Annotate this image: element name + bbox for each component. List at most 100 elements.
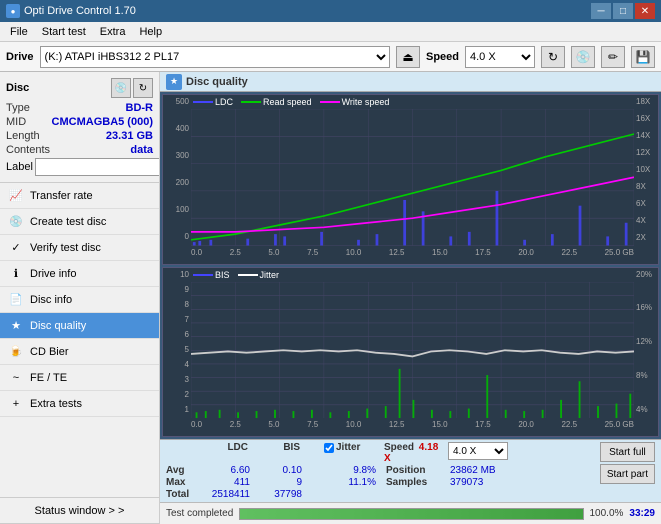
y-label: 6 bbox=[165, 330, 189, 339]
disc-length-row: Length 23.31 GB bbox=[6, 130, 153, 142]
disc-contents-value: data bbox=[130, 144, 153, 156]
x-label: 0.0 bbox=[191, 420, 202, 429]
y-label-r: 4X bbox=[636, 216, 656, 225]
sidebar-item-disc-quality[interactable]: ★ Disc quality bbox=[0, 313, 159, 339]
sidebar-item-label: Transfer rate bbox=[30, 190, 93, 202]
progress-time: 33:29 bbox=[629, 508, 655, 519]
x-label: 10.0 bbox=[346, 248, 362, 257]
y-label: 200 bbox=[165, 178, 189, 187]
menu-extra[interactable]: Extra bbox=[94, 24, 132, 40]
y-label-r: 12X bbox=[636, 148, 656, 157]
chart2-y-axis-right: 20% 16% 12% 8% 4% bbox=[634, 268, 658, 417]
start-full-button[interactable]: Start full bbox=[600, 442, 655, 462]
max-ldc: 411 bbox=[200, 477, 250, 488]
x-label: 20.0 bbox=[518, 420, 534, 429]
y-label: 10 bbox=[165, 270, 189, 279]
disc-header: Disc 💿 ↻ bbox=[6, 78, 153, 98]
sidebar-item-label: Drive info bbox=[30, 268, 76, 280]
y-label: 4 bbox=[165, 360, 189, 369]
progress-fill bbox=[240, 509, 582, 519]
eject-button[interactable]: ⏏ bbox=[396, 46, 420, 68]
write-speed-color bbox=[320, 101, 340, 103]
disc-quality-icon: ★ bbox=[8, 318, 24, 334]
disc-icon-btn[interactable]: 💿 bbox=[111, 78, 131, 98]
sidebar-item-cd-bier[interactable]: 🍺 CD Bier bbox=[0, 339, 159, 365]
disc-button[interactable]: 💿 bbox=[571, 46, 595, 68]
extra-tests-icon: + bbox=[8, 396, 24, 412]
chart1-y-axis: 500 400 300 200 100 0 bbox=[163, 95, 191, 244]
legend-ldc: LDC bbox=[193, 97, 233, 107]
disc-length-value: 23.31 GB bbox=[106, 130, 153, 142]
x-label: 25.0 GB bbox=[605, 248, 634, 257]
disc-refresh-btn[interactable]: ↻ bbox=[133, 78, 153, 98]
sidebar-item-label: Create test disc bbox=[30, 216, 106, 228]
bis-label: BIS bbox=[215, 270, 230, 280]
write-button[interactable]: ✏ bbox=[601, 46, 625, 68]
menu-start-test[interactable]: Start test bbox=[36, 24, 92, 40]
chart1-y-axis-right: 18X 16X 14X 12X 10X 8X 6X 4X 2X bbox=[634, 95, 658, 244]
sidebar-item-create-test-disc[interactable]: 💿 Create test disc bbox=[0, 209, 159, 235]
disc-mid-row: MID CMCMAGBA5 (000) bbox=[6, 116, 153, 128]
titlebar-controls: ─ □ ✕ bbox=[591, 3, 655, 19]
y-label-r: 20% bbox=[636, 270, 656, 279]
y-label-r: 16X bbox=[636, 114, 656, 123]
avg-ldc: 6.60 bbox=[200, 465, 250, 476]
disc-info-icon: 📄 bbox=[8, 292, 24, 308]
legend-bis: BIS bbox=[193, 270, 230, 280]
menu-file[interactable]: File bbox=[4, 24, 34, 40]
close-button[interactable]: ✕ bbox=[635, 3, 655, 19]
sidebar-item-transfer-rate[interactable]: 📈 Transfer rate bbox=[0, 183, 159, 209]
drive-info-icon: ℹ bbox=[8, 266, 24, 282]
start-buttons: Start full Start part bbox=[600, 442, 655, 484]
y-label: 300 bbox=[165, 151, 189, 160]
drive-select[interactable]: (K:) ATAPI iHBS312 2 PL17 bbox=[40, 46, 390, 68]
total-label: Total bbox=[166, 489, 198, 500]
chart1-legend: LDC Read speed Write speed bbox=[193, 97, 389, 107]
save-button[interactable]: 💾 bbox=[631, 46, 655, 68]
minimize-button[interactable]: ─ bbox=[591, 3, 611, 19]
drivebar: Drive (K:) ATAPI iHBS312 2 PL17 ⏏ Speed … bbox=[0, 42, 661, 72]
y-label-r: 16% bbox=[636, 303, 656, 312]
sidebar-item-verify-test-disc[interactable]: ✓ Verify test disc bbox=[0, 235, 159, 261]
jitter-checkbox[interactable] bbox=[324, 443, 334, 453]
sidebar-item-disc-info[interactable]: 📄 Disc info bbox=[0, 287, 159, 313]
disc-mid-value: CMCMAGBA5 (000) bbox=[52, 116, 153, 128]
disc-quality-title: Disc quality bbox=[186, 76, 248, 88]
chart1-x-axis: 0.0 2.5 5.0 7.5 10.0 12.5 15.0 17.5 20.0… bbox=[191, 246, 634, 264]
speed-select[interactable]: 4.0 X bbox=[465, 46, 535, 68]
disc-contents-row: Contents data bbox=[6, 144, 153, 156]
read-speed-color bbox=[241, 101, 261, 103]
chart1: LDC Read speed Write speed 500 400 300 bbox=[162, 94, 659, 265]
start-part-button[interactable]: Start part bbox=[600, 464, 655, 484]
refresh-button[interactable]: ↻ bbox=[541, 46, 565, 68]
disc-panel: Disc 💿 ↻ Type BD-R MID CMCMAGBA5 (000) L… bbox=[0, 72, 159, 183]
cd-bier-icon: 🍺 bbox=[8, 344, 24, 360]
total-ldc: 2518411 bbox=[200, 489, 250, 500]
stats-col-headers: LDC BIS Jitter Speed 4.18 X bbox=[166, 442, 596, 464]
disc-quality-icon: ★ bbox=[166, 74, 182, 90]
y-label: 400 bbox=[165, 124, 189, 133]
ldc-color bbox=[193, 101, 213, 103]
max-bis: 9 bbox=[252, 477, 302, 488]
disc-mid-label: MID bbox=[6, 116, 26, 128]
status-window-button[interactable]: Status window > > bbox=[0, 498, 159, 524]
total-bis: 37798 bbox=[252, 489, 302, 500]
sidebar-item-label: Extra tests bbox=[30, 398, 82, 410]
y-label: 5 bbox=[165, 345, 189, 354]
disc-label-input[interactable] bbox=[35, 158, 160, 176]
x-label: 7.5 bbox=[307, 248, 318, 257]
menu-help[interactable]: Help bbox=[133, 24, 168, 40]
sidebar-item-extra-tests[interactable]: + Extra tests bbox=[0, 391, 159, 417]
sidebar-item-fe-te[interactable]: ~ FE / TE bbox=[0, 365, 159, 391]
sidebar-item-label: Disc quality bbox=[30, 320, 86, 332]
col-empty bbox=[302, 442, 322, 464]
legend-jitter: Jitter bbox=[238, 270, 280, 280]
sidebar-item-drive-info[interactable]: ℹ Drive info bbox=[0, 261, 159, 287]
fe-te-icon: ~ bbox=[8, 370, 24, 386]
maximize-button[interactable]: □ bbox=[613, 3, 633, 19]
sidebar: Disc 💿 ↻ Type BD-R MID CMCMAGBA5 (000) L… bbox=[0, 72, 160, 524]
speed-select-stats[interactable]: 4.0 X bbox=[448, 442, 508, 460]
right-content: ★ Disc quality LDC Read speed bbox=[160, 72, 661, 524]
x-label: 15.0 bbox=[432, 248, 448, 257]
avg-label: Avg bbox=[166, 465, 198, 476]
